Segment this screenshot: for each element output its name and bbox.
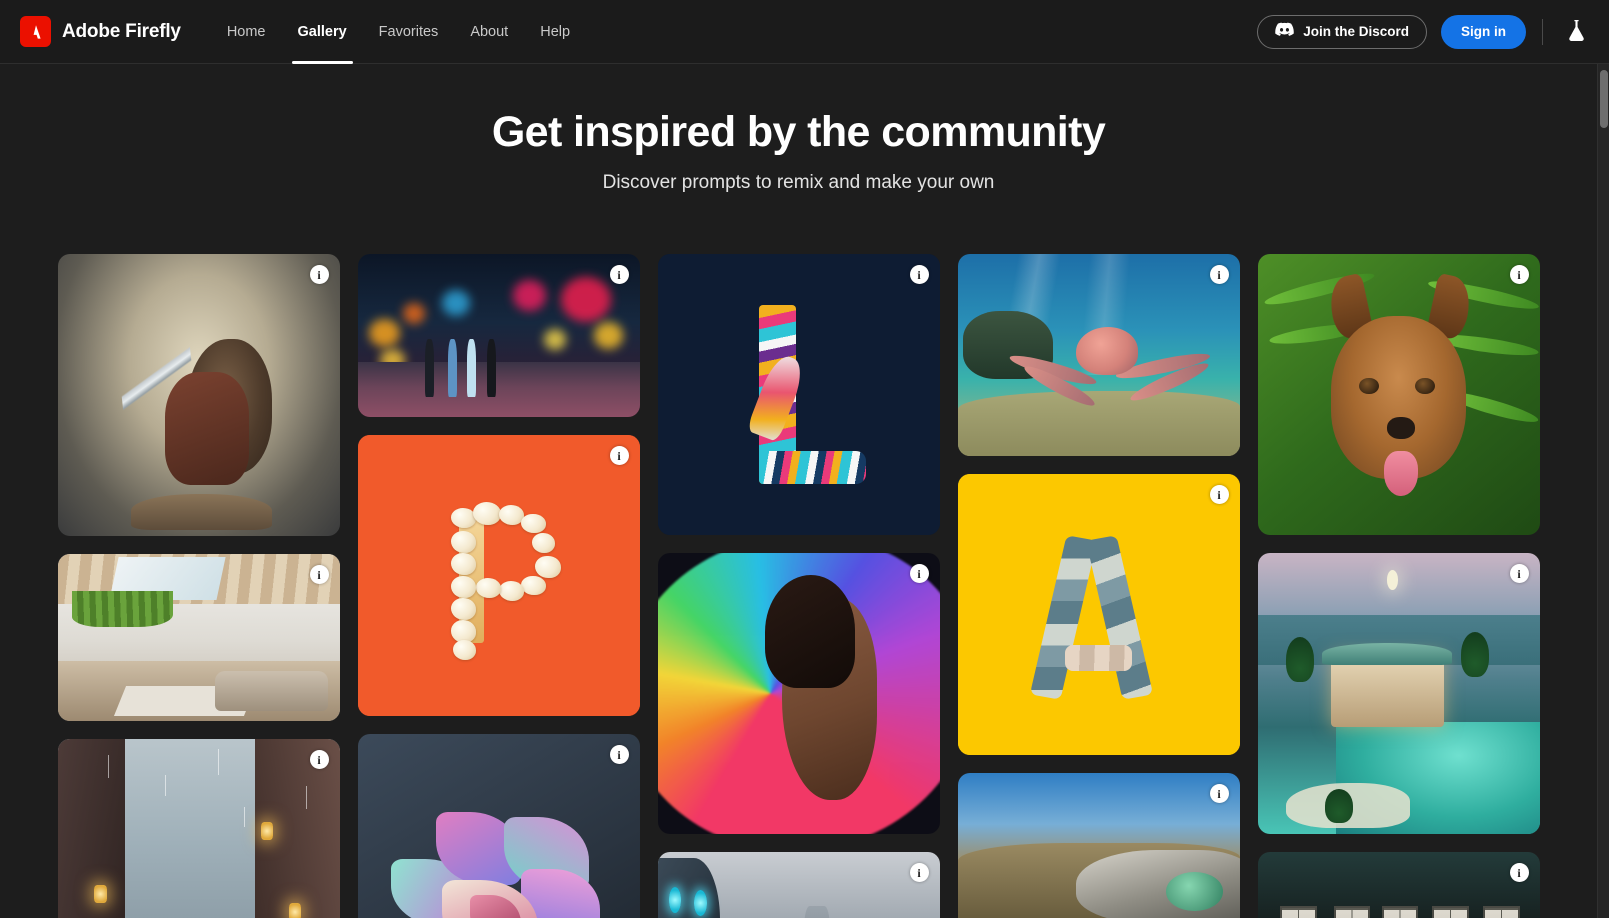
info-icon[interactable]: i (909, 863, 929, 882)
page-subtitle: Discover prompts to remix and make your … (602, 172, 995, 194)
artwork-hedgehog-warrior (57, 254, 340, 536)
adobe-logo-icon (20, 16, 51, 47)
artwork-rainbow-portrait (657, 553, 940, 834)
brand-logo-group[interactable]: Adobe Firefly (20, 16, 181, 47)
gallery-column-2: i i i (357, 254, 640, 918)
info-icon[interactable]: i (1209, 265, 1229, 284)
top-navigation-bar: Adobe Firefly Home Gallery Favorites Abo… (0, 0, 1609, 64)
nav-link-home[interactable]: Home (211, 0, 282, 64)
card-sock-letter-l[interactable]: i (657, 254, 940, 535)
info-icon[interactable]: i (1209, 485, 1229, 504)
card-rainy-street[interactable]: i (57, 739, 340, 918)
info-icon[interactable]: i (609, 265, 629, 284)
card-popcorn-letter-p[interactable]: i (357, 435, 640, 716)
sign-in-button[interactable]: Sign in (1441, 14, 1526, 49)
artwork-rainy-street (57, 739, 340, 918)
nav-divider (1542, 18, 1543, 45)
artwork-terrier-ferns (1257, 254, 1540, 535)
artwork-dark-window-room (1257, 852, 1540, 918)
info-icon[interactable]: i (1509, 564, 1529, 583)
card-crashed-spaceship[interactable]: i (957, 773, 1240, 918)
info-icon[interactable]: i (909, 265, 929, 284)
info-icon[interactable]: i (909, 564, 929, 583)
card-tropical-villa[interactable]: i (1257, 553, 1540, 834)
nav-actions: Join the Discord Sign in (1257, 14, 1593, 49)
nav-link-help[interactable]: Help (524, 0, 586, 64)
info-icon[interactable]: i (609, 446, 629, 465)
artwork-scifi-robot-city (657, 852, 940, 918)
info-icon[interactable]: i (609, 745, 629, 764)
gallery-column-5: i i i (1257, 254, 1540, 918)
nav-link-favorites[interactable]: Favorites (363, 0, 455, 64)
page-title: Get inspired by the community (491, 108, 1106, 156)
artwork-octopus-reef (957, 254, 1240, 456)
join-discord-button[interactable]: Join the Discord (1257, 14, 1427, 49)
info-icon[interactable]: i (1209, 784, 1229, 803)
card-terrier-ferns[interactable]: i (1257, 254, 1540, 535)
beaker-icon (1566, 19, 1587, 45)
card-modern-interior[interactable]: i (57, 554, 340, 721)
gallery-column-3: i i i (657, 254, 940, 918)
artwork-quilted-letter-a (957, 474, 1240, 755)
card-hedgehog-warrior[interactable]: i (57, 254, 340, 536)
card-quilted-letter-a[interactable]: i (957, 474, 1240, 755)
join-discord-label: Join the Discord (1303, 24, 1409, 39)
vertical-scrollbar-thumb[interactable] (1600, 70, 1608, 128)
artwork-crashed-spaceship (957, 773, 1240, 918)
brand-name: Adobe Firefly (62, 20, 181, 42)
card-dark-window-room[interactable]: i (1257, 852, 1540, 918)
nav-link-about[interactable]: About (454, 0, 524, 64)
nav-link-gallery[interactable]: Gallery (282, 0, 363, 64)
info-icon[interactable]: i (1509, 863, 1529, 882)
gallery-column-4: i i i (957, 254, 1240, 918)
card-iridescent-rose[interactable]: i (357, 734, 640, 918)
artwork-sock-letter-l (657, 254, 940, 535)
artwork-modern-interior (57, 554, 340, 721)
card-scifi-robot-city[interactable]: i (657, 852, 940, 918)
artwork-iridescent-rose (357, 734, 640, 918)
info-icon[interactable]: i (1509, 265, 1529, 284)
info-icon[interactable]: i (309, 565, 329, 584)
gallery-column-1: i i i (57, 254, 340, 918)
info-icon[interactable]: i (309, 750, 329, 769)
artwork-tropical-villa (1257, 553, 1540, 834)
vertical-scrollbar-track[interactable] (1597, 64, 1609, 918)
card-rainbow-portrait[interactable]: i (657, 553, 940, 834)
primary-nav: Home Gallery Favorites About Help (211, 0, 586, 64)
gallery-scroll-region[interactable]: Get inspired by the community Discover p… (0, 64, 1597, 918)
card-neon-street-figures[interactable]: i (357, 254, 640, 417)
discord-icon (1275, 22, 1295, 41)
beaker-icon-button[interactable] (1559, 15, 1593, 49)
artwork-popcorn-letter-p (357, 435, 640, 716)
card-octopus-reef[interactable]: i (957, 254, 1240, 456)
artwork-neon-street-figures (357, 254, 640, 417)
hero-section: Get inspired by the community Discover p… (0, 64, 1597, 194)
info-icon[interactable]: i (309, 265, 329, 284)
